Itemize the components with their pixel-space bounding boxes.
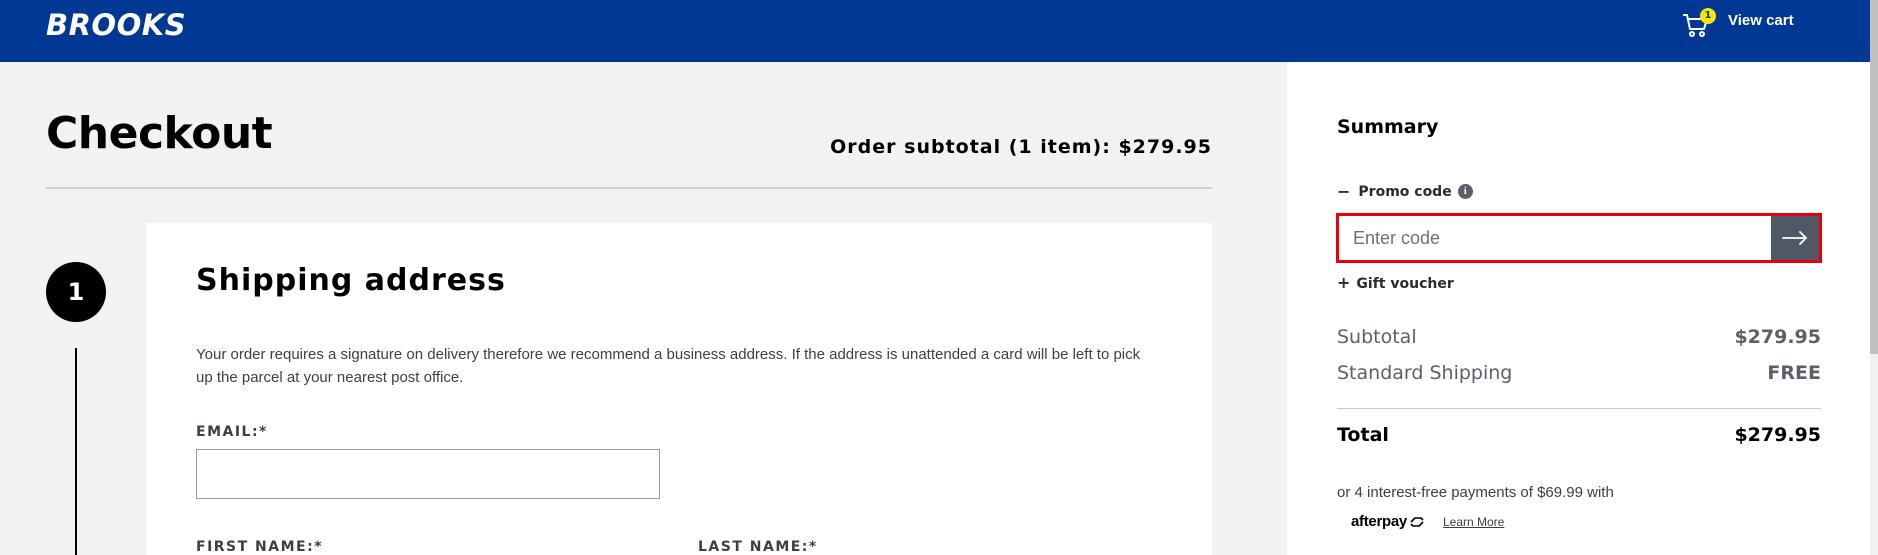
shipping-address-title: Shipping address [196, 263, 506, 298]
scrollbar-track[interactable] [1870, 0, 1878, 555]
total-row: Total $279.95 [1337, 424, 1821, 446]
site-header: BROOKS 1 View cart [0, 0, 1870, 62]
step-number-badge: 1 [46, 262, 106, 322]
page-title: Checkout [46, 108, 273, 159]
scrollbar-thumb[interactable] [1870, 0, 1878, 354]
gift-voucher-label: Gift voucher [1356, 276, 1454, 292]
shipping-note: Your order requires a signature on deliv… [196, 346, 1141, 386]
first-name-label: FIRST NAME:* [196, 539, 324, 555]
total-value: $279.95 [1734, 424, 1821, 446]
shipping-value: FREE [1767, 362, 1821, 384]
shipping-row: Standard Shipping FREE [1337, 362, 1821, 384]
afterpay-logo: afterpay [1351, 513, 1407, 530]
gift-voucher-toggle[interactable]: + Gift voucher [1337, 273, 1454, 292]
shipping-label: Standard Shipping [1337, 362, 1513, 384]
step-connector-line [75, 348, 77, 555]
subtotal-value: $279.95 [1734, 326, 1821, 348]
cart-button[interactable]: 1 [1680, 8, 1716, 40]
summary-title: Summary [1337, 116, 1439, 138]
promo-code-input[interactable] [1339, 216, 1771, 260]
cart-count-badge: 1 [1700, 8, 1716, 24]
last-name-label: LAST NAME:* [698, 539, 818, 555]
brooks-logo[interactable]: BROOKS [46, 8, 186, 42]
info-icon[interactable]: i [1457, 184, 1473, 199]
promo-code-label: Promo code [1358, 183, 1452, 200]
email-label: EMAIL:* [196, 424, 268, 440]
afterpay-arrows-icon [1410, 516, 1424, 527]
title-divider [46, 187, 1212, 189]
order-subtotal: Order subtotal (1 item): $279.95 [830, 136, 1212, 158]
shipping-address-card: Shipping address Your order requires a s… [146, 223, 1212, 555]
view-cart-link[interactable]: View cart [1728, 12, 1794, 29]
minus-icon: − [1337, 182, 1351, 201]
learn-more-link[interactable]: Learn More [1443, 515, 1504, 529]
total-label: Total [1337, 424, 1389, 446]
subtotal-label: Subtotal [1337, 326, 1417, 348]
afterpay-row: afterpay Learn More [1351, 513, 1504, 530]
arrow-right-icon [1782, 231, 1807, 245]
afterpay-message: or 4 interest-free payments of $69.99 wi… [1337, 484, 1614, 501]
subtotal-row: Subtotal $279.95 [1337, 326, 1821, 348]
promo-code-form [1336, 213, 1822, 263]
apply-promo-button[interactable] [1771, 216, 1819, 260]
promo-code-toggle[interactable]: − Promo code i [1337, 182, 1473, 201]
email-field[interactable] [196, 449, 660, 499]
plus-icon: + [1337, 273, 1351, 292]
summary-divider [1337, 408, 1821, 409]
order-summary-panel: Summary − Promo code i + Gift voucher Sub… [1287, 62, 1870, 555]
